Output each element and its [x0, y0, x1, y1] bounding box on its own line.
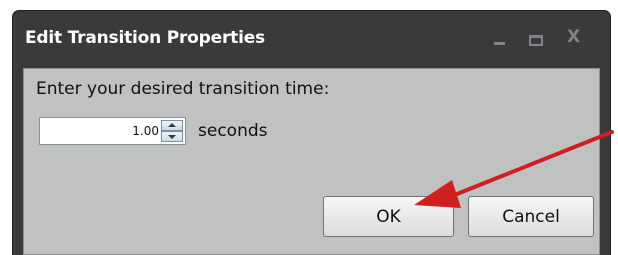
title-bar[interactable]: Edit Transition Properties X [13, 11, 610, 68]
dialog-content: Enter your desired transition time: 1.00… [23, 68, 600, 255]
maximize-icon[interactable] [525, 29, 547, 49]
dialog-title: Edit Transition Properties [25, 28, 265, 48]
increment-arrow-icon[interactable] [161, 120, 183, 131]
minimize-icon[interactable] [489, 29, 511, 49]
decrement-arrow-icon[interactable] [161, 131, 183, 142]
transition-time-spinner[interactable]: 1.00 [39, 117, 186, 145]
close-icon[interactable]: X [567, 27, 589, 47]
seconds-label: seconds [198, 121, 268, 141]
edit-transition-dialog: Edit Transition Properties X Enter your … [13, 11, 610, 255]
transition-time-prompt: Enter your desired transition time: [36, 79, 330, 99]
transition-time-input[interactable]: 1.00 [132, 124, 159, 138]
ok-button[interactable]: OK [323, 196, 454, 237]
cancel-button[interactable]: Cancel [468, 196, 594, 237]
